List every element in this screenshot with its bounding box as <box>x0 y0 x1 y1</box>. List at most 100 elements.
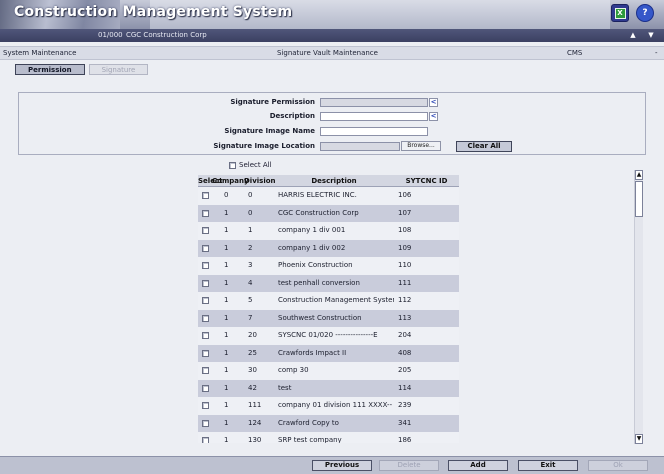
description-cell: SYSCNC 01/020 ---------------E <box>278 331 378 339</box>
previous-button[interactable]: Previous <box>312 460 372 471</box>
header-dash: - <box>655 49 658 57</box>
row-checkbox[interactable] <box>201 367 209 375</box>
row-checkbox[interactable] <box>201 209 209 217</box>
description-cell: Construction Management System <box>278 296 394 304</box>
description-cell: test <box>278 383 292 392</box>
table-row[interactable]: 1 7 Southwest Construction 113 <box>198 309 459 328</box>
company-strip: 01/000 CGC Construction Corp ▲ ▼ <box>0 29 664 42</box>
company-cell: 1 <box>224 348 229 357</box>
vertical-scrollbar[interactable]: ▲ ▼ <box>634 170 643 444</box>
image-name-field[interactable] <box>320 127 428 136</box>
row-select-cell <box>198 310 212 328</box>
row-select-cell <box>198 415 212 433</box>
division-cell: 111 <box>248 401 262 409</box>
delete-button[interactable]: Delete <box>379 460 439 471</box>
row-select-cell <box>198 345 212 363</box>
ok-button[interactable]: Ok <box>588 460 648 471</box>
clear-all-button[interactable]: Clear All <box>456 141 512 152</box>
row-checkbox[interactable] <box>201 419 209 427</box>
table-row[interactable]: 1 2 company 1 div 002 109 <box>198 239 459 257</box>
sytcnc-id-cell: 204 <box>398 331 412 339</box>
row-checkbox[interactable] <box>201 244 209 252</box>
company-cell: 1 <box>224 261 229 269</box>
signature-permission-lookup-icon[interactable]: < <box>429 98 438 107</box>
table-row[interactable]: 1 5 Construction Management System 112 <box>198 292 459 310</box>
company-name: CGC Construction Corp <box>126 31 207 39</box>
scroll-up-icon[interactable]: ▲ <box>635 170 643 180</box>
image-location-field[interactable] <box>320 142 400 151</box>
col-description: Description <box>311 177 357 185</box>
company-cell: 1 <box>224 436 229 443</box>
table-row[interactable]: 1 42 test 114 <box>198 379 459 397</box>
row-select-cell <box>198 327 212 345</box>
table-row[interactable]: 1 4 test penhall conversion 111 <box>198 274 459 293</box>
row-checkbox[interactable] <box>201 332 209 340</box>
row-checkbox[interactable] <box>201 437 209 443</box>
sytcnc-id-cell: 107 <box>398 208 412 217</box>
table-row[interactable]: 1 1 company 1 div 001 108 <box>198 222 459 240</box>
table-row[interactable]: 1 130 SRP test company 186 <box>198 432 459 443</box>
table-row[interactable]: 1 111 company 01 division 111 XXXX-- 239 <box>198 397 459 415</box>
table-row[interactable]: 1 30 comp 30 205 <box>198 362 459 380</box>
exit-button[interactable]: Exit <box>518 460 578 471</box>
row-checkbox[interactable] <box>201 384 209 392</box>
company-cell: 1 <box>224 208 229 217</box>
row-checkbox[interactable] <box>201 297 209 305</box>
sytcnc-id-cell: 114 <box>398 383 412 392</box>
signature-permission-label: Signature Permission <box>230 98 315 106</box>
description-cell: company 1 div 001 <box>278 226 346 234</box>
add-button[interactable]: Add <box>448 460 508 471</box>
division-cell: 25 <box>248 348 257 357</box>
row-checkbox[interactable] <box>201 192 209 200</box>
signature-permission-field[interactable] <box>320 98 428 107</box>
sytcnc-id-cell: 186 <box>398 436 412 443</box>
row-checkbox[interactable] <box>201 227 209 235</box>
col-sytcnc-id: SYTCNC ID <box>405 177 448 185</box>
app-title: Construction Management System <box>14 4 293 20</box>
row-checkbox[interactable] <box>201 349 209 357</box>
table-row[interactable]: 1 0 CGC Construction Corp 107 <box>198 204 459 222</box>
description-field[interactable] <box>320 112 428 121</box>
row-checkbox[interactable] <box>201 402 209 410</box>
scroll-thumb[interactable] <box>635 181 643 217</box>
description-cell: Phoenix Construction <box>278 261 353 269</box>
table-row[interactable]: 1 3 Phoenix Construction 110 <box>198 257 459 275</box>
row-select-cell <box>198 275 212 293</box>
tab-permission[interactable]: Permission <box>15 64 85 75</box>
row-select-cell <box>198 292 212 310</box>
grid-body: 0 0 HARRIS ELECTRIC INC. 106 1 0 CGC Construct… <box>198 187 459 443</box>
row-select-cell <box>198 432 212 443</box>
grid-header: Select Company Division Description SYTC… <box>198 175 459 187</box>
section-header: System Maintenance Signature Vault Maint… <box>0 46 664 60</box>
description-cell: Crawfords Impact II <box>278 348 347 357</box>
scroll-down-icon[interactable]: ▼ <box>635 434 643 444</box>
sytcnc-id-cell: 108 <box>398 226 412 234</box>
nav-down-icon[interactable]: ▼ <box>644 30 658 41</box>
app-window: Construction Management System X ? 01/00… <box>0 0 664 474</box>
table-row[interactable]: 1 124 Crawford Copy to 341 <box>198 414 459 433</box>
division-cell: 7 <box>248 313 253 322</box>
table-row[interactable]: 1 20 SYSCNC 01/020 ---------------E 204 <box>198 327 459 345</box>
action-bar: Previous Delete Add Exit Ok <box>0 456 664 474</box>
table-row[interactable]: 0 0 HARRIS ELECTRIC INC. 106 <box>198 187 459 205</box>
search-form: Signature Permission < Description < Sig… <box>18 92 646 155</box>
company-cell: 1 <box>224 331 229 339</box>
row-checkbox[interactable] <box>201 279 209 287</box>
description-lookup-icon[interactable]: < <box>429 112 438 121</box>
row-checkbox[interactable] <box>201 262 209 270</box>
description-cell: HARRIS ELECTRIC INC. <box>278 191 357 199</box>
export-excel-button[interactable]: X <box>611 4 629 22</box>
division-cell: 30 <box>248 366 257 374</box>
select-all-checkbox[interactable] <box>229 161 236 169</box>
tab-bar: Permission Signature <box>15 64 149 75</box>
browse-button[interactable]: Browse... <box>401 141 441 151</box>
row-checkbox[interactable] <box>201 314 209 322</box>
tab-signature[interactable]: Signature <box>88 64 149 75</box>
table-row[interactable]: 1 25 Crawfords Impact II 408 <box>198 344 459 363</box>
select-all[interactable]: Select All <box>229 161 272 169</box>
division-cell: 1 <box>248 226 253 234</box>
col-company: Company <box>212 177 249 185</box>
sytcnc-id-cell: 341 <box>398 418 412 427</box>
nav-up-icon[interactable]: ▲ <box>626 30 640 41</box>
help-button[interactable]: ? <box>636 4 654 22</box>
